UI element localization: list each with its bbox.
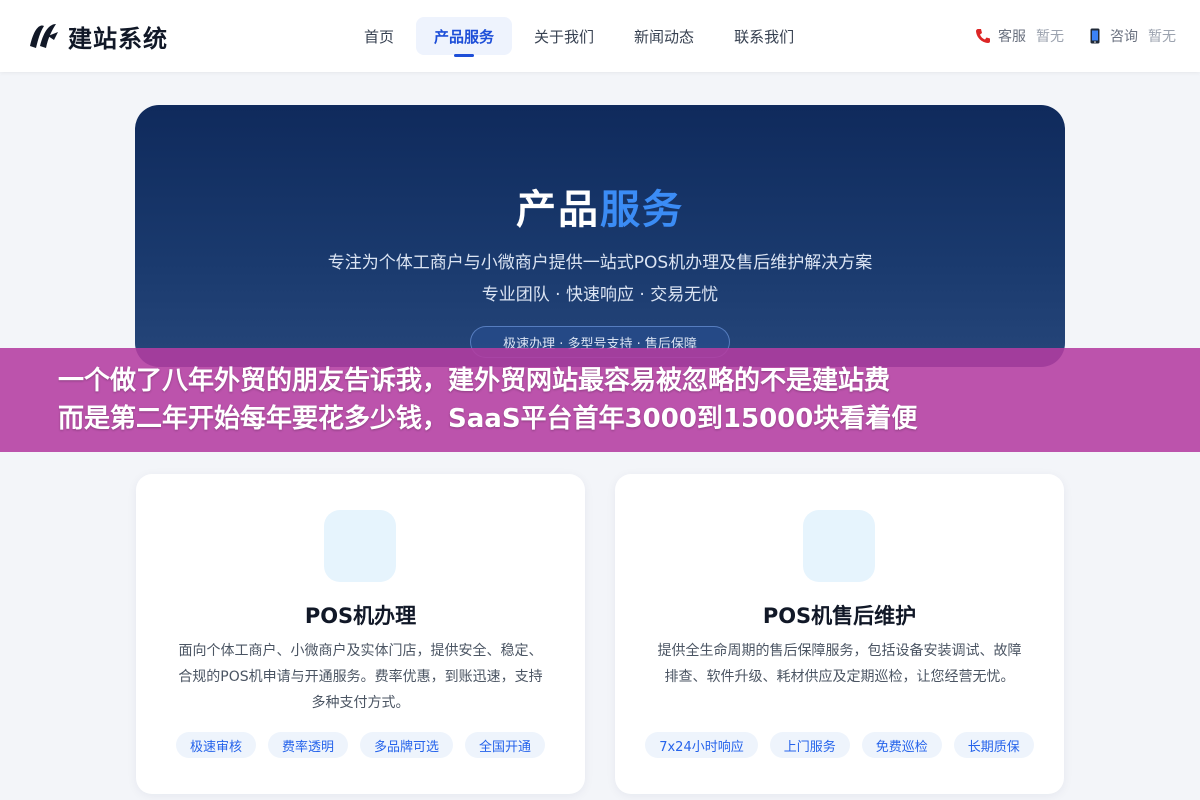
nav-item-contact[interactable]: 联系我们 (716, 17, 812, 55)
pos-application-icon (324, 510, 396, 582)
hero-title-main: 产品 (516, 187, 600, 233)
contact-consult-label: 咨询 (1110, 29, 1138, 45)
card-description: 提供全生命周期的售后保障服务，包括设备安装调试、故障排查、软件升级、耗材供应及定… (657, 643, 1022, 685)
card-tag: 全国开通 (465, 732, 546, 758)
service-card-pos-application[interactable]: POS机办理 面向个体工商户、小微商户及实体门店，提供安全、稳定、合规的POS机… (136, 474, 585, 794)
main-nav: 首页 产品服务 关于我们 新闻动态 联系我们 (346, 17, 812, 55)
card-tag: 长期质保 (953, 732, 1034, 758)
overlay-caption-line-2: 而是第二年开始每年要花多少钱，SaaS平台首年3000到15000块看着便 (58, 404, 918, 434)
logo-text: 建站系统 (68, 24, 168, 53)
hero-banner: 产品服务 专注为个体工商户与小微商户提供一站式POS机办理及售后维护解决方案 专… (135, 105, 1065, 367)
card-description: 面向个体工商户、小微商户及实体门店，提供安全、稳定、合规的POS机申请与开通服务… (178, 643, 543, 711)
card-tags: 7x24小时响应 上门服务 免费巡检 长期质保 (615, 732, 1064, 758)
card-tag: 多品牌可选 (360, 732, 454, 758)
card-title: POS机售后维护 (762, 604, 917, 628)
logo-icon (30, 24, 58, 48)
card-tag: 免费巡检 (861, 732, 942, 758)
hero-subtitle-2: 专业团队 · 快速响应 · 交易无忧 (481, 285, 719, 305)
overlay-caption-line-1: 一个做了八年外贸的朋友告诉我，建外贸网站最容易被忽略的不是建站费 (58, 366, 891, 396)
contact-service-label: 客服 (998, 29, 1026, 45)
service-card-pos-maintenance[interactable]: POS机售后维护 提供全生命周期的售后保障服务，包括设备安装调试、故障排查、软件… (615, 474, 1064, 794)
header-contacts: 客服 暂无 咨询 暂无 (974, 24, 1176, 48)
card-tags: 极速审核 费率透明 多品牌可选 全国开通 (136, 732, 585, 758)
nav-item-news[interactable]: 新闻动态 (616, 17, 712, 55)
nav-item-about[interactable]: 关于我们 (516, 17, 612, 55)
contact-consult[interactable]: 咨询 暂无 (1086, 26, 1176, 46)
hero-title-accent: 服务 (600, 187, 684, 233)
overlay-caption: 一个做了八年外贸的朋友告诉我，建外贸网站最容易被忽略的不是建站费 而是第二年开始… (0, 348, 1200, 452)
site-header: 建站系统 首页 产品服务 关于我们 新闻动态 联系我们 客服 暂无 咨询 暂无 (0, 0, 1200, 72)
hero-title: 产品服务 (135, 177, 1065, 235)
contact-service-value: 暂无 (1036, 29, 1064, 45)
phone-icon (976, 29, 990, 43)
hero-subtitle-1: 专注为个体工商户与小微商户提供一站式POS机办理及售后维护解决方案 (327, 253, 873, 273)
nav-item-products[interactable]: 产品服务 (416, 17, 513, 55)
card-tag: 费率透明 (267, 732, 348, 758)
nav-item-home[interactable]: 首页 (346, 17, 412, 55)
site-logo[interactable]: 建站系统 (26, 18, 168, 54)
card-title: POS机办理 (304, 604, 417, 628)
contact-consult-value: 暂无 (1148, 29, 1176, 45)
contact-service[interactable]: 客服 暂无 (974, 26, 1064, 46)
card-tag: 7x24小时响应 (645, 732, 758, 758)
mobile-icon (1090, 28, 1100, 44)
card-tag: 上门服务 (769, 732, 850, 758)
card-tag: 极速审核 (175, 732, 256, 758)
pos-maintenance-icon (803, 510, 875, 582)
